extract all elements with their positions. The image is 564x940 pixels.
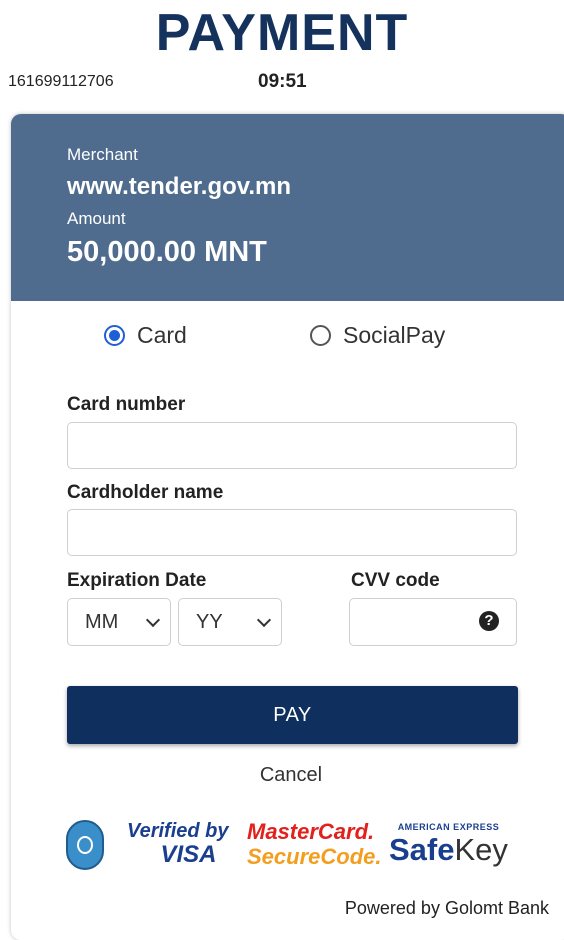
cardholder-name-input[interactable] — [67, 509, 517, 556]
merchant-label: Merchant — [67, 145, 138, 164]
expiration-month-select[interactable]: MM — [67, 598, 171, 646]
pay-button[interactable]: PAY — [67, 686, 518, 744]
cancel-link[interactable]: Cancel — [11, 764, 564, 787]
card-number-input[interactable] — [67, 422, 517, 469]
cardholder-name-label: Cardholder name — [67, 482, 224, 503]
amount-label: Amount — [67, 209, 126, 228]
chevron-down-icon — [256, 612, 272, 628]
radio-socialpay[interactable]: SocialPay — [310, 322, 445, 349]
order-summary-panel: Merchant www.tender.gov.mn Amount 50,000… — [11, 114, 564, 301]
payment-method-group: Card SocialPay — [11, 322, 564, 352]
countdown-timer: 09:51 — [258, 71, 307, 92]
cvv-field: ? — [349, 598, 517, 646]
expiration-year-select[interactable]: YY — [178, 598, 282, 646]
card-number-label: Card number — [67, 394, 186, 415]
transaction-id: 161699112706 — [8, 73, 114, 90]
radio-socialpay-label: SocialPay — [343, 322, 446, 348]
powered-by-text: Powered by Golomt Bank — [344, 898, 549, 918]
page-title: PAYMENT — [155, 4, 409, 62]
chevron-down-icon — [145, 612, 161, 628]
radio-card[interactable]: Card — [104, 322, 187, 349]
security-logos: Verified by VISA MasterCard. SecureCode.… — [11, 816, 564, 876]
mastercard-securecode-logo: MasterCard. SecureCode. — [247, 819, 382, 870]
payment-card: Merchant www.tender.gov.mn Amount 50,000… — [11, 114, 564, 940]
radio-card-indicator[interactable] — [104, 325, 125, 346]
month-selected-value: MM — [85, 610, 119, 633]
expiration-date-label: Expiration Date — [67, 570, 207, 591]
radio-socialpay-indicator[interactable] — [310, 325, 331, 346]
amex-safekey-logo: AMERICAN EXPRESS SafeKey — [389, 822, 508, 867]
amount-value: 50,000.00 MNT — [67, 236, 267, 268]
radio-card-label: Card — [137, 322, 187, 348]
cvv-label: CVV code — [351, 570, 440, 591]
merchant-value: www.tender.gov.mn — [67, 173, 292, 200]
year-selected-value: YY — [196, 610, 223, 633]
bank-logo-icon — [66, 820, 104, 870]
question-circle-icon[interactable]: ? — [479, 611, 499, 631]
verified-by-visa-logo: Verified by VISA — [127, 820, 229, 868]
